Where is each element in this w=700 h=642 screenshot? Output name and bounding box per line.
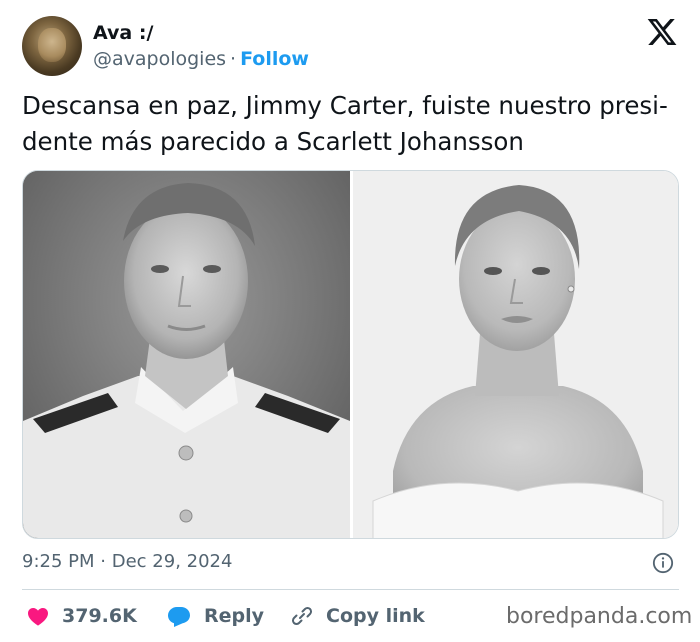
like-button[interactable]: 379.6K [26, 598, 137, 634]
handle-separator: · [230, 48, 237, 70]
timestamp-separator: · [100, 551, 106, 572]
follow-button[interactable]: Follow [240, 48, 309, 70]
avatar[interactable] [22, 16, 82, 76]
tweet-timestamp[interactable]: 9:25 PM · Dec 29, 2024 [22, 551, 232, 572]
tweet-date: Dec 29, 2024 [111, 551, 233, 572]
copy-link-button[interactable]: Copy link [290, 598, 425, 634]
reply-bubble-icon [168, 607, 190, 627]
reply-button[interactable]: Reply [166, 598, 264, 634]
author-handle[interactable]: @avapologies [93, 48, 226, 70]
tweet-time: 9:25 PM [22, 551, 95, 572]
tweet-text: Descansa en paz, Jimmy Carter, fuiste nu… [22, 88, 682, 160]
tweet-card: Ava :/ @avapologies · Follow Descansa en p… [0, 0, 700, 642]
info-icon[interactable] [652, 552, 674, 574]
author-name[interactable]: Ava :/ [93, 22, 153, 44]
copy-link-label: Copy link [326, 605, 425, 627]
tweet-text-line-1: Descansa en paz, Jimmy Carter, fuiste nu… [22, 91, 668, 120]
tweet-text-line-2: dente más parecido a Scarlett Johansson [22, 127, 524, 156]
portrait-man-image [23, 171, 350, 538]
reply-label: Reply [204, 605, 265, 627]
watermark: boredpanda.com [506, 604, 693, 629]
media-image-left[interactable] [23, 171, 350, 538]
divider [22, 589, 679, 590]
x-logo-icon[interactable] [646, 16, 678, 48]
media-image-right[interactable] [353, 171, 678, 538]
heart-icon [28, 608, 48, 626]
portrait-woman-image [353, 171, 678, 538]
like-count: 379.6K [62, 605, 137, 627]
author-handle-row: @avapologies · Follow [93, 48, 309, 70]
link-icon [291, 606, 313, 626]
media-grid [22, 170, 679, 539]
